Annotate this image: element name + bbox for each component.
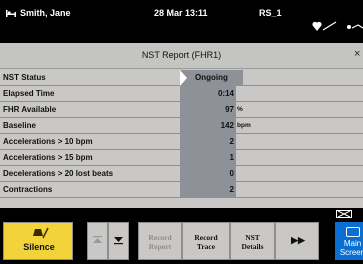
row-nst-status: NST Status Ongoing (0, 70, 363, 86)
row-accel-10: Accelerations > 10 bpm 2 (0, 134, 363, 150)
status-bar: Smith, Jane 28 Mar 13:11 RS_1 (0, 0, 363, 40)
fast-forward-icon: ▶▶ (291, 235, 305, 245)
row-value: 97 (225, 105, 234, 114)
row-label: Accelerations > 10 bpm (3, 137, 93, 146)
close-icon[interactable]: × (354, 48, 360, 60)
silence-button[interactable]: Silence (3, 222, 73, 260)
chevron-up-icon (93, 236, 102, 243)
button-label-line: Details (241, 242, 264, 251)
row-value: 2 (229, 137, 234, 146)
row-baseline: Baseline 142 bpm (0, 118, 363, 134)
button-label-line: Record (148, 233, 172, 242)
date-time: 28 Mar 13:11 (154, 8, 208, 18)
monitor-screen: Smith, Jane 28 Mar 13:11 RS_1 NST Report… (0, 0, 363, 264)
row-label: FHR Available (3, 105, 57, 114)
panel-title: NST Report (FHR1) (141, 50, 222, 60)
nst-details-button[interactable]: NST Details (230, 222, 275, 260)
next-page-button[interactable]: ▶▶ (275, 222, 319, 260)
button-label-line: Report (148, 242, 172, 251)
row-value: 2 (229, 185, 234, 194)
row-label: Accelerations > 15 bpm (3, 153, 93, 162)
row-unit: % (237, 106, 243, 113)
status-arrow-icon (180, 70, 187, 86)
alarm-off-icon[interactable] (336, 210, 352, 218)
bed-icon (6, 10, 16, 17)
main-screen-label: Main Screen (339, 239, 363, 257)
bell-off-icon (33, 227, 49, 239)
record-trace-button[interactable]: Record Trace (182, 222, 230, 260)
row-value: 142 (220, 121, 234, 130)
record-report-button[interactable]: Record Report (138, 222, 182, 260)
row-elapsed-time: Elapsed Time 0:14 (0, 86, 363, 102)
room-label: RS_1 (259, 8, 282, 18)
row-fhr-available: FHR Available 97 % (0, 102, 363, 118)
nst-report-panel: NST Report (FHR1) × NST Status Ongoing E… (0, 43, 363, 208)
row-accel-15: Accelerations > 15 bpm 1 (0, 150, 363, 166)
transducer-icon (347, 24, 363, 29)
button-label-line: Trace (196, 242, 216, 251)
row-value: Ongoing (195, 73, 228, 82)
patient-name[interactable]: Smith, Jane (20, 8, 71, 18)
utility-strip (0, 208, 363, 219)
scroll-down-button[interactable] (108, 222, 129, 260)
row-value: 0:14 (217, 89, 234, 98)
row-value: 0 (229, 169, 234, 178)
scroll-up-button[interactable] (87, 222, 108, 260)
silence-label: Silence (23, 242, 55, 252)
row-label: Decelerations > 20 lost beats (3, 169, 114, 178)
button-label-line: NST (245, 233, 260, 242)
row-value: 1 (229, 153, 234, 162)
row-label: Contractions (3, 185, 53, 194)
chevron-down-icon (114, 237, 123, 245)
bottom-button-bar: Silence Record Report Record Trace NST D… (0, 219, 363, 264)
heart-icon (312, 21, 337, 31)
panel-header: NST Report (FHR1) × (0, 43, 363, 69)
main-screen-button[interactable]: Main Screen (335, 222, 363, 260)
row-unit: bpm (237, 122, 251, 129)
row-decel-20: Decelerations > 20 lost beats 0 (0, 166, 363, 182)
row-contractions: Contractions 2 (0, 182, 363, 198)
row-label: Elapsed Time (3, 89, 55, 98)
button-label-line: Record (194, 233, 218, 242)
monitor-icon (346, 227, 360, 237)
row-label: Baseline (3, 121, 36, 130)
row-label: NST Status (3, 73, 46, 82)
